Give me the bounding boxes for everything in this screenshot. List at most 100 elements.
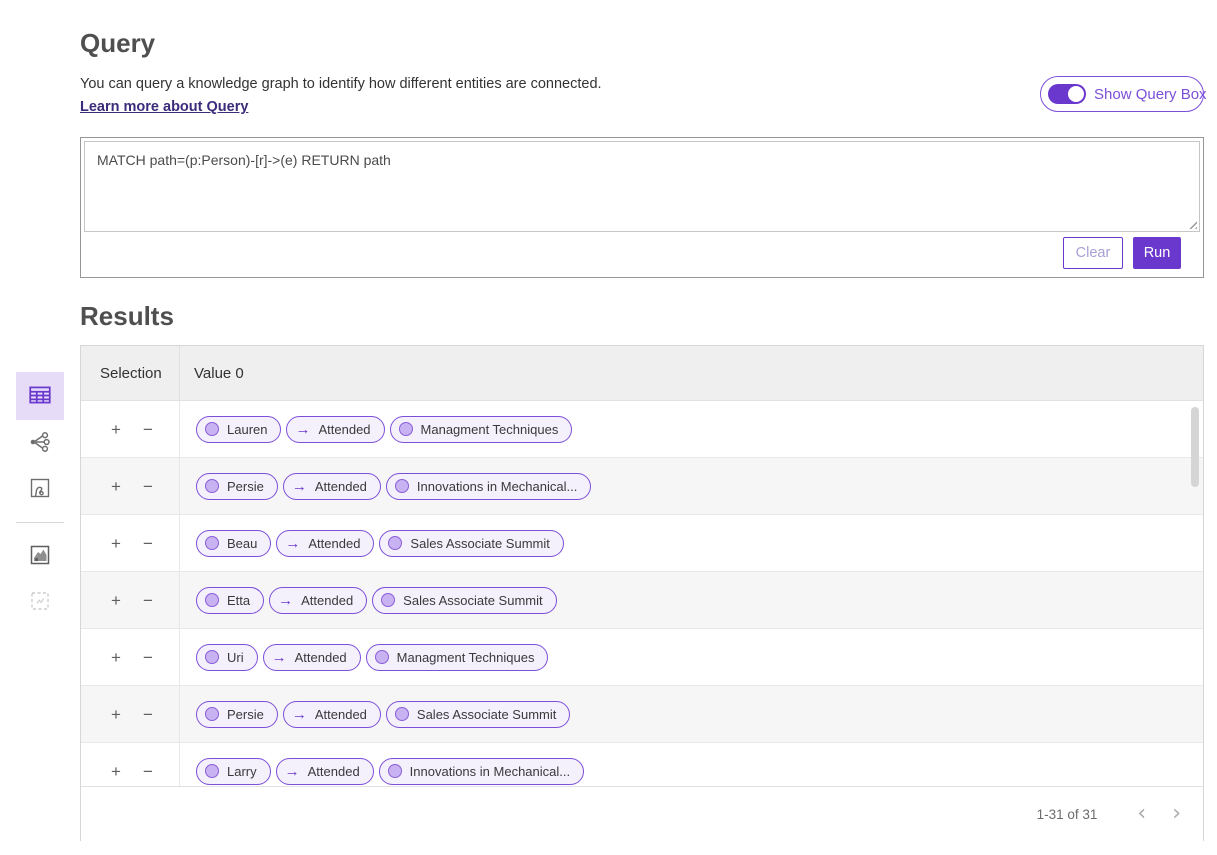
query-actions: Clear Run <box>1063 237 1181 269</box>
target-entity-pill[interactable]: Sales Associate Summit <box>386 701 570 728</box>
relationship-label: Attended <box>315 479 367 494</box>
source-entity-pill[interactable]: Beau <box>196 530 271 557</box>
remove-from-selection-button[interactable]: − <box>139 419 157 440</box>
target-entity-label: Managment Techniques <box>421 422 559 437</box>
view-switcher-rail <box>16 372 64 625</box>
relationship-pill[interactable]: → Attended <box>263 644 361 671</box>
value-cell: Lauren → Attended Managment Techniques <box>179 401 1203 457</box>
column-header-selection: Selection <box>81 365 179 382</box>
selection-cell: + − <box>81 458 179 514</box>
relationship-pill[interactable]: → Attended <box>276 758 374 785</box>
entity-node-icon <box>205 479 219 493</box>
table-icon <box>27 382 53 411</box>
map-route-icon <box>28 476 52 503</box>
remove-from-selection-button[interactable]: − <box>139 533 157 554</box>
rail-divider <box>16 522 64 523</box>
target-entity-pill[interactable]: Managment Techniques <box>390 416 573 443</box>
add-to-selection-button[interactable]: + <box>107 533 125 554</box>
entity-node-icon <box>205 536 219 550</box>
target-entity-pill[interactable]: Sales Associate Summit <box>372 587 556 614</box>
run-button[interactable]: Run <box>1133 237 1181 269</box>
remove-from-selection-button[interactable]: − <box>139 590 157 611</box>
target-entity-label: Managment Techniques <box>397 650 535 665</box>
entity-node-icon <box>395 479 409 493</box>
relationship-label: Attended <box>295 650 347 665</box>
entity-node-icon <box>205 764 219 778</box>
entity-node-icon <box>205 707 219 721</box>
results-title: Results <box>80 301 174 332</box>
remove-from-selection-button[interactable]: − <box>139 704 157 725</box>
add-to-selection-button[interactable]: + <box>107 476 125 497</box>
learn-more-link[interactable]: Learn more about Query <box>80 99 248 115</box>
arrow-right-icon: → <box>292 479 307 494</box>
entity-node-icon <box>205 422 219 436</box>
table-view-button[interactable] <box>16 372 64 420</box>
relationship-pill[interactable]: → Attended <box>283 701 381 728</box>
table-row: + − Etta → Attended Sales Associate Summ… <box>81 572 1203 629</box>
entity-node-icon <box>205 650 219 664</box>
source-entity-pill[interactable]: Lauren <box>196 416 281 443</box>
target-entity-pill[interactable]: Innovations in Mechanical... <box>379 758 584 785</box>
remove-from-selection-button[interactable]: − <box>139 647 157 668</box>
value-cell: Persie → Attended Innovations in Mechani… <box>179 458 1203 514</box>
page-description: You can query a knowledge graph to ident… <box>80 76 602 92</box>
query-input[interactable]: MATCH path=(p:Person)-[r]->(e) RETURN pa… <box>84 141 1200 232</box>
relationship-label: Attended <box>308 536 360 551</box>
table-scrollbar-track[interactable] <box>1189 403 1201 786</box>
relationship-pill[interactable]: → Attended <box>269 587 367 614</box>
source-entity-label: Uri <box>227 650 244 665</box>
source-entity-pill[interactable]: Persie <box>196 473 278 500</box>
selection-cell: + − <box>81 743 179 786</box>
entity-node-icon <box>388 764 402 778</box>
arrow-right-icon: → <box>292 707 307 722</box>
remove-from-selection-button[interactable]: − <box>139 476 157 497</box>
selection-cell: + − <box>81 572 179 628</box>
table-row: + − Beau → Attended Sales Associate Summ… <box>81 515 1203 572</box>
next-page-button[interactable]: › <box>1166 803 1187 825</box>
source-entity-label: Persie <box>227 707 264 722</box>
table-scrollbar-thumb[interactable] <box>1191 407 1199 487</box>
add-to-selection-button[interactable]: + <box>107 761 125 782</box>
add-to-selection-button[interactable]: + <box>107 590 125 611</box>
entity-node-icon <box>395 707 409 721</box>
selection-cell: + − <box>81 515 179 571</box>
selection-cell: + − <box>81 686 179 742</box>
arrow-right-icon: → <box>285 536 300 551</box>
source-entity-pill[interactable]: Persie <box>196 701 278 728</box>
add-to-selection-button[interactable]: + <box>107 704 125 725</box>
source-entity-label: Persie <box>227 479 264 494</box>
table-footer: 1-31 of 31 ‹ › <box>81 786 1203 841</box>
query-page: Query You can query a knowledge graph to… <box>0 0 1217 855</box>
arrow-right-icon: → <box>278 593 293 608</box>
relationship-pill[interactable]: → Attended <box>283 473 381 500</box>
arrow-right-icon: → <box>285 764 300 779</box>
relationship-label: Attended <box>308 764 360 779</box>
entity-node-icon <box>205 593 219 607</box>
query-box-panel: MATCH path=(p:Person)-[r]->(e) RETURN pa… <box>80 137 1204 278</box>
show-query-box-toggle[interactable]: Show Query Box <box>1040 76 1204 112</box>
source-entity-pill[interactable]: Etta <box>196 587 264 614</box>
toggle-switch-icon[interactable] <box>1048 84 1086 104</box>
query-textarea-wrap: MATCH path=(p:Person)-[r]->(e) RETURN pa… <box>84 141 1200 232</box>
source-entity-pill[interactable]: Uri <box>196 644 258 671</box>
target-entity-pill[interactable]: Sales Associate Summit <box>379 530 563 557</box>
previous-page-button[interactable]: ‹ <box>1131 803 1152 825</box>
new-map-view-button[interactable] <box>16 533 64 579</box>
value-cell: Uri → Attended Managment Techniques <box>179 629 1203 685</box>
target-entity-pill[interactable]: Innovations in Mechanical... <box>386 473 591 500</box>
link-chart-view-button[interactable] <box>16 420 64 466</box>
target-entity-pill[interactable]: Managment Techniques <box>366 644 549 671</box>
source-entity-pill[interactable]: Larry <box>196 758 271 785</box>
add-to-selection-button[interactable]: + <box>107 419 125 440</box>
map-view-button[interactable] <box>16 466 64 512</box>
target-entity-label: Innovations in Mechanical... <box>417 479 577 494</box>
clear-button[interactable]: Clear <box>1063 237 1123 269</box>
add-to-selection-button[interactable]: + <box>107 647 125 668</box>
column-header-value0: Value 0 <box>179 346 1203 400</box>
remove-from-selection-button[interactable]: − <box>139 761 157 782</box>
table-rows: + − Lauren → Attended Managment Techniqu… <box>81 401 1203 786</box>
link-chart-icon <box>28 430 52 457</box>
relationship-pill[interactable]: → Attended <box>276 530 374 557</box>
table-row: + − Lauren → Attended Managment Techniqu… <box>81 401 1203 458</box>
relationship-pill[interactable]: → Attended <box>286 416 384 443</box>
